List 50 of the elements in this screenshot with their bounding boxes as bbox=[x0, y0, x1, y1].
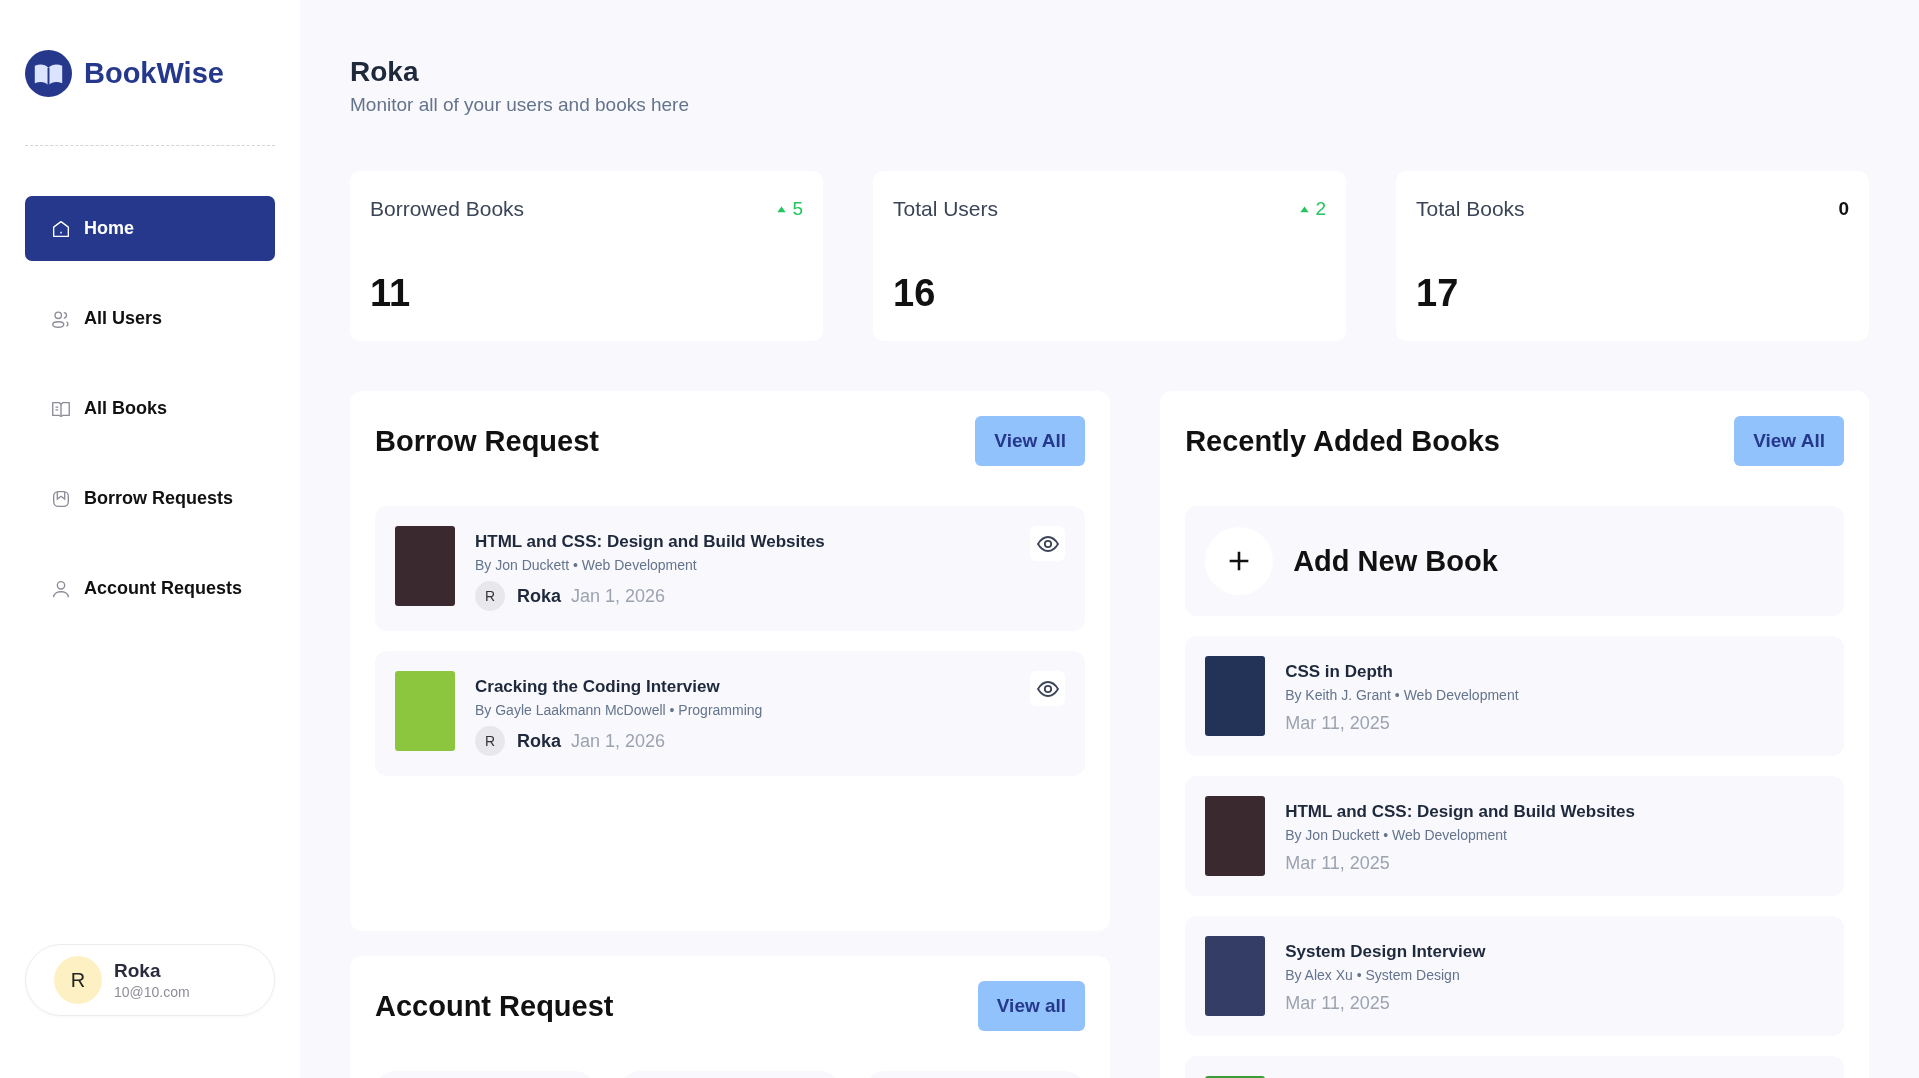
user-avatar: R bbox=[475, 581, 505, 611]
stat-label: Borrowed Books bbox=[370, 197, 525, 221]
panel-title: Borrow Request bbox=[375, 424, 599, 458]
panel-title: Recently Added Books bbox=[1185, 424, 1500, 458]
user-email: 10@10.com bbox=[114, 984, 190, 1000]
nav-item[interactable]: Home bbox=[25, 196, 275, 261]
book-title: HTML and CSS: Design and Build Websites bbox=[475, 532, 826, 552]
panel-title: Account Request bbox=[375, 989, 614, 1023]
request-date: Jan 1, 2026 bbox=[571, 730, 666, 752]
book-date: Mar 11, 2025 bbox=[1285, 713, 1391, 734]
stat-label: Total Books bbox=[1416, 197, 1525, 221]
stat-change: 0 bbox=[1838, 198, 1849, 220]
book-meta: By Jon Duckett • Web Development bbox=[1285, 827, 1508, 843]
nav-item[interactable]: All Books bbox=[25, 376, 275, 441]
book-meta: By Jon Duckett • Web Development bbox=[475, 557, 698, 573]
stat-change: 5 bbox=[775, 198, 803, 220]
book-meta: By Gayle Laakmann McDowell • Programming bbox=[475, 702, 764, 718]
user-name: Roka bbox=[114, 960, 162, 982]
logo-icon bbox=[25, 50, 72, 97]
user-name: Roka bbox=[517, 585, 561, 607]
book-date: Mar 11, 2025 bbox=[1285, 993, 1391, 1014]
stat-label: Total Users bbox=[893, 197, 999, 221]
page-subtitle: Monitor all of your users and books here bbox=[350, 94, 690, 116]
book-date: Mar 11, 2025 bbox=[1285, 853, 1391, 874]
page-title: Roka bbox=[350, 56, 420, 88]
view-button[interactable] bbox=[1030, 526, 1066, 561]
stat-value: 11 bbox=[370, 272, 412, 315]
view-button[interactable] bbox=[1030, 671, 1066, 706]
stat-value: 17 bbox=[1416, 272, 1460, 315]
book-title: System Design Interview bbox=[1285, 942, 1487, 962]
book-title: HTML and CSS: Design and Build Websites bbox=[1285, 802, 1636, 822]
nav-item[interactable]: Account Requests bbox=[25, 556, 275, 621]
view-all-button[interactable]: View All bbox=[1734, 416, 1844, 466]
stat-value: 16 bbox=[893, 272, 937, 315]
add-book-label: Add New Book bbox=[1293, 544, 1498, 578]
nav-item[interactable]: Borrow Requests bbox=[25, 466, 275, 531]
request-date: Jan 1, 2026 bbox=[571, 585, 666, 607]
view-all-button[interactable]: View All bbox=[975, 416, 1086, 466]
stat-change: 2 bbox=[1298, 198, 1326, 220]
nav-item[interactable]: All Users bbox=[25, 286, 275, 351]
user-name: Roka bbox=[517, 730, 561, 752]
book-title: CSS in Depth bbox=[1285, 662, 1394, 682]
book-meta: By Keith J. Grant • Web Development bbox=[1285, 687, 1520, 703]
view-all-button[interactable]: View all bbox=[977, 981, 1086, 1031]
user-avatar: R bbox=[475, 726, 505, 756]
add-book-card[interactable]: Add New Book bbox=[1185, 506, 1844, 616]
book-title: Cracking the Coding Interview bbox=[475, 677, 721, 697]
user-avatar: R bbox=[54, 956, 102, 1004]
book-meta: By Alex Xu • System Design bbox=[1285, 967, 1461, 983]
brand-name: BookWise bbox=[84, 57, 224, 90]
